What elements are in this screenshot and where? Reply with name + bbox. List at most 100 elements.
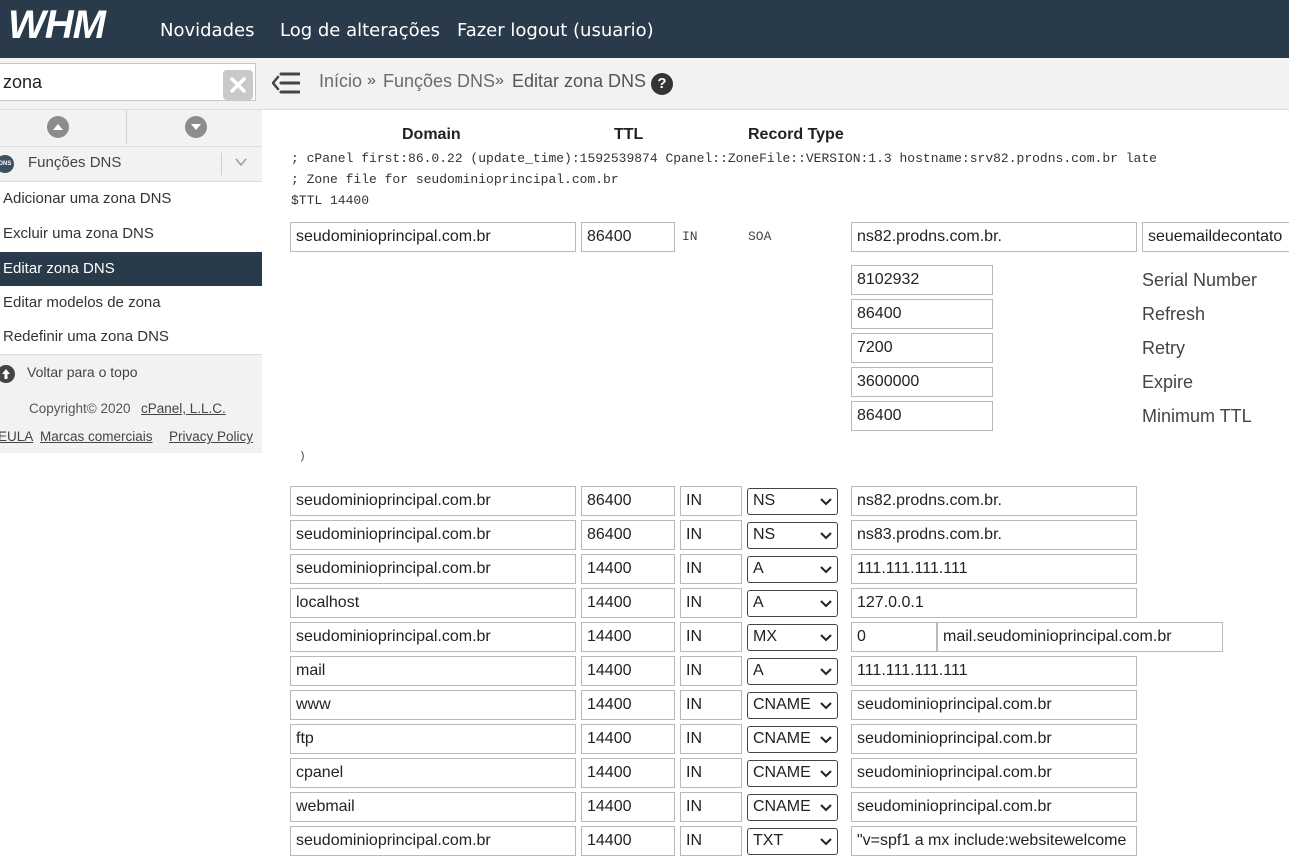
record-type-select[interactable]: A: [747, 556, 838, 583]
expire-field[interactable]: [851, 367, 993, 397]
sidebar-item-edit-zone[interactable]: Editar zona DNS: [0, 252, 262, 286]
top-bar: WHM Novidades Log de alterações Fazer lo…: [0, 0, 1289, 58]
record-value-field[interactable]: [851, 554, 1137, 584]
zone-comment: ; cPanel first:86.0.22 (update_time):159…: [291, 151, 1157, 166]
chevron-down-icon: [820, 770, 832, 778]
record-type-select[interactable]: NS: [747, 522, 838, 549]
record-value-field[interactable]: [851, 690, 1137, 720]
record-class-field[interactable]: [680, 826, 742, 856]
category-label: Funções DNS: [28, 154, 122, 171]
record-value-field[interactable]: [851, 724, 1137, 754]
record-name-field[interactable]: [290, 520, 576, 550]
record-type-select[interactable]: CNAME: [747, 692, 838, 719]
record-class-field[interactable]: [680, 724, 742, 754]
expand-all-button[interactable]: [185, 116, 207, 138]
eula-link[interactable]: EULA: [0, 429, 33, 444]
column-header-ttl: TTL: [614, 126, 644, 143]
record-class-field[interactable]: [680, 622, 742, 652]
back-to-top-button[interactable]: Voltar para o topo: [0, 354, 262, 393]
record-class-field[interactable]: [680, 520, 742, 550]
serial-number-field[interactable]: [851, 265, 993, 295]
record-value-field[interactable]: [851, 792, 1137, 822]
sidebar-item-add-zone[interactable]: Adicionar uma zona DNS: [0, 182, 262, 216]
mx-priority-field[interactable]: [851, 622, 937, 652]
record-type-select[interactable]: NS: [747, 488, 838, 515]
record-class-field[interactable]: [680, 792, 742, 822]
record-class-field[interactable]: [680, 690, 742, 720]
record-value-field[interactable]: [851, 826, 1137, 856]
nav-novidades[interactable]: Novidades: [160, 20, 254, 41]
record-type-select[interactable]: TXT: [747, 828, 838, 855]
search-input[interactable]: [0, 63, 256, 101]
soa-domain-field[interactable]: [290, 222, 576, 252]
record-value-field[interactable]: [851, 656, 1137, 686]
record-value-field[interactable]: [851, 588, 1137, 618]
sidebar-search: [0, 58, 262, 110]
collapse-all-button[interactable]: [47, 116, 69, 138]
record-ttl-field[interactable]: [581, 792, 675, 822]
sidebar-item-edit-templates[interactable]: Editar modelos de zona: [0, 286, 262, 320]
clear-search-button[interactable]: [223, 70, 253, 100]
record-value-field[interactable]: [851, 486, 1137, 516]
record-ttl-field[interactable]: [581, 826, 675, 856]
record-name-field[interactable]: [290, 656, 576, 686]
menu-toggle-icon[interactable]: [272, 70, 300, 96]
breadcrumb-dns-functions[interactable]: Funções DNS: [383, 71, 495, 92]
record-class-field[interactable]: [680, 486, 742, 516]
cpanel-link[interactable]: cPanel, L.L.C.: [141, 401, 226, 416]
record-name-field[interactable]: [290, 588, 576, 618]
record-ttl-field[interactable]: [581, 758, 675, 788]
record-ttl-field[interactable]: [581, 486, 675, 516]
nav-changelog[interactable]: Log de alterações: [280, 20, 440, 41]
record-type-select[interactable]: A: [747, 590, 838, 617]
retry-field[interactable]: [851, 333, 993, 363]
record-name-field[interactable]: [290, 826, 576, 856]
dns-icon: DNS: [0, 155, 14, 173]
record-type-select[interactable]: A: [747, 658, 838, 685]
record-ttl-field[interactable]: [581, 622, 675, 652]
record-type-select[interactable]: CNAME: [747, 794, 838, 821]
record-type-select[interactable]: CNAME: [747, 760, 838, 787]
whm-logo[interactable]: WHM: [6, 2, 136, 48]
record-name-field[interactable]: [290, 690, 576, 720]
breadcrumb-home[interactable]: Início: [319, 71, 362, 92]
record-type-value: NS: [753, 492, 776, 509]
sidebar-item-reset-zone[interactable]: Redefinir uma zona DNS: [0, 320, 262, 354]
record-name-field[interactable]: [290, 554, 576, 584]
record-value-field[interactable]: [851, 520, 1137, 550]
record-ttl-field[interactable]: [581, 520, 675, 550]
record-ttl-field[interactable]: [581, 588, 675, 618]
record-type-value: A: [753, 594, 764, 611]
record-ttl-field[interactable]: [581, 690, 675, 720]
record-value-field[interactable]: [851, 758, 1137, 788]
nav-logout[interactable]: Fazer logout (usuario): [457, 20, 654, 41]
record-name-field[interactable]: [290, 724, 576, 754]
soa-email-field[interactable]: [1142, 222, 1289, 252]
record-type-select[interactable]: MX: [747, 624, 838, 651]
record-class-field[interactable]: [680, 554, 742, 584]
sidebar-item-delete-zone[interactable]: Excluir uma zona DNS: [0, 217, 262, 251]
sidebar-item-label: Editar modelos de zona: [3, 294, 161, 311]
record-name-field[interactable]: [290, 622, 576, 652]
soa-primary-ns-field[interactable]: [851, 222, 1137, 252]
trademarks-link[interactable]: Marcas comerciais: [40, 429, 153, 444]
chevron-down-icon[interactable]: [234, 155, 248, 169]
record-ttl-field[interactable]: [581, 554, 675, 584]
minimum-ttl-field[interactable]: [851, 401, 993, 431]
record-ttl-field[interactable]: [581, 724, 675, 754]
record-class-field[interactable]: [680, 588, 742, 618]
category-dns-functions[interactable]: DNS Funções DNS: [0, 147, 262, 182]
record-class-field[interactable]: [680, 656, 742, 686]
privacy-link[interactable]: Privacy Policy: [169, 429, 253, 444]
record-type-select[interactable]: CNAME: [747, 726, 838, 753]
record-name-field[interactable]: [290, 792, 576, 822]
record-class-field[interactable]: [680, 758, 742, 788]
chevron-down-icon: [820, 838, 832, 846]
help-icon[interactable]: ?: [651, 73, 673, 95]
record-value-field[interactable]: [937, 622, 1223, 652]
record-ttl-field[interactable]: [581, 656, 675, 686]
record-name-field[interactable]: [290, 486, 576, 516]
record-name-field[interactable]: [290, 758, 576, 788]
soa-ttl-field[interactable]: [581, 222, 675, 252]
refresh-field[interactable]: [851, 299, 993, 329]
